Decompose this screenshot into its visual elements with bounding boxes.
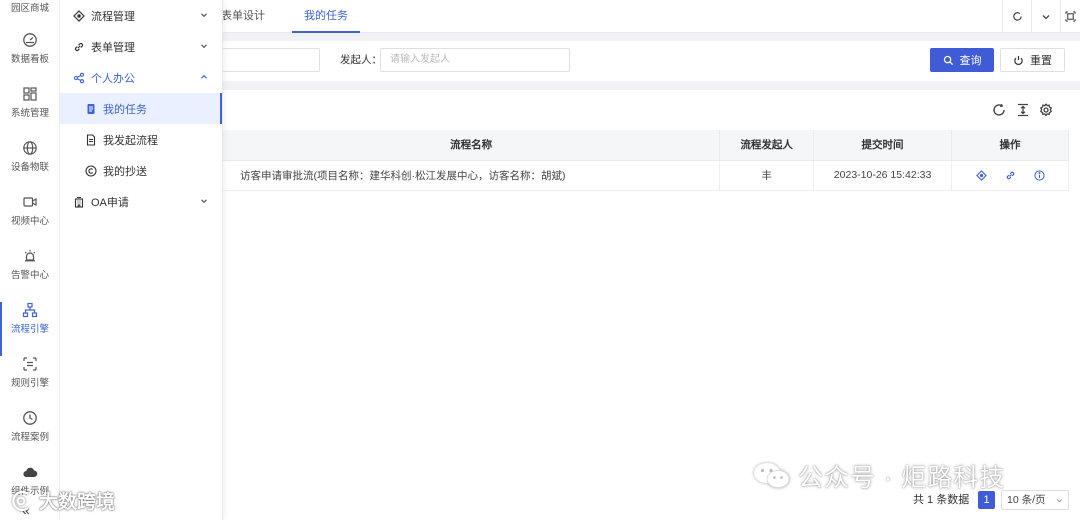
- submenu-form-management[interactable]: 表单管理: [60, 31, 222, 62]
- reset-button[interactable]: 重置: [1000, 48, 1065, 72]
- rail-item-dashboard[interactable]: 数据看板: [0, 32, 60, 86]
- fullscreen-icon: [1065, 11, 1076, 22]
- watermark-bottom-left: 大数跨境: [8, 487, 115, 514]
- submenu-label: 表单管理: [91, 41, 135, 54]
- workflow-icon: [22, 302, 38, 318]
- page-size-value: 10 条/页: [1007, 494, 1046, 506]
- rail-item-label: 规则引擎: [10, 378, 49, 389]
- share-icon: [73, 72, 85, 83]
- rail-item-label: 流程案例: [10, 432, 49, 443]
- cell-process-name: 访客申请审批流(项目名称：建华科创·松江发展中心，访客名称：胡斌): [223, 160, 721, 191]
- rail-item-label: 系统管理: [10, 108, 49, 119]
- refresh-icon[interactable]: [992, 103, 1006, 117]
- settings-gear-icon[interactable]: [1039, 103, 1053, 117]
- globe-icon: [23, 141, 37, 155]
- cell-initiator: 丰: [719, 160, 815, 191]
- clock-icon: [23, 411, 37, 425]
- submenu-my-initiated[interactable]: 我发起流程: [60, 124, 222, 155]
- copyright-icon: [85, 164, 97, 177]
- submenu-label: 我的任务: [103, 103, 147, 116]
- link-icon: [74, 42, 84, 51]
- chevron-down-icon: [201, 44, 207, 49]
- dashboard-icon: [23, 33, 37, 47]
- submenu-label: 个人办公: [91, 72, 135, 85]
- process-icon: [73, 9, 85, 22]
- fullscreen-button[interactable]: [1060, 0, 1080, 33]
- submenu-process-management[interactable]: 流程管理: [60, 0, 222, 31]
- video-icon: [23, 197, 37, 207]
- rail-item-label: 数据看板: [10, 54, 49, 65]
- wechat-icon: [754, 463, 790, 488]
- column-header-submit-time: 提交时间: [813, 130, 953, 161]
- submenu-label: OA申请: [91, 196, 129, 209]
- submenu-label: 流程管理: [91, 10, 135, 23]
- grid-icon: [23, 87, 37, 101]
- chevron-up-icon: [201, 74, 207, 79]
- rules-icon: [23, 357, 37, 371]
- tab-bar: 表单设计 我的任务: [221, 0, 1080, 33]
- refresh-icon: [1012, 12, 1022, 21]
- search-icon: [943, 55, 953, 65]
- rail-item-workflow-cases[interactable]: 流程案例: [0, 410, 60, 464]
- table-header-row: 流程名称 流程发起人 提交时间 操作: [223, 130, 1069, 161]
- chevron-down-icon: [201, 13, 207, 18]
- link-icon[interactable]: [1005, 170, 1016, 181]
- rail-item-label: 流程引擎: [10, 324, 49, 335]
- page-size-select[interactable]: 10 条/页: [1001, 490, 1069, 510]
- tab-my-tasks[interactable]: 我的任务: [292, 0, 360, 33]
- task-table: 流程名称 流程发起人 提交时间 操作 访客申请审批流(项目名称：建华科创·松江发…: [223, 130, 1069, 191]
- watermark-bottom-right: 公众号 · 炬路科技: [752, 459, 1005, 493]
- building-icon: [74, 196, 84, 208]
- power-reset-icon: [1014, 55, 1023, 65]
- rail-item-rules-engine[interactable]: 规则引擎: [0, 356, 60, 410]
- cell-submit-time: 2023-10-26 15:42:33: [813, 160, 953, 191]
- cell-actions: [951, 160, 1069, 191]
- column-height-icon[interactable]: [1016, 103, 1030, 117]
- submenu-oa-application[interactable]: OA申请: [60, 186, 222, 217]
- search-button-label: 查询: [959, 55, 982, 67]
- submenu-my-cc[interactable]: 我的抄送: [60, 155, 222, 186]
- rail-item-park-mall[interactable]: 园区商城: [0, 0, 60, 14]
- tab-form-design[interactable]: 表单设计: [221, 0, 265, 33]
- main-nav-rail: 园区商城 数据看板 系统管理 设备物联 视频中心 告警中心 流程引擎 规则引擎: [0, 0, 60, 520]
- rail-item-system[interactable]: 系统管理: [0, 86, 60, 140]
- submenu-label: 我发起流程: [103, 134, 158, 147]
- table-row: 访客申请审批流(项目名称：建华科创·松江发展中心，访客名称：胡斌) 丰 2023…: [223, 160, 1069, 191]
- document-icon: [86, 133, 96, 146]
- rail-item-devices[interactable]: 设备物联: [0, 140, 60, 194]
- app-root: 园区商城 数据看板 系统管理 设备物联 视频中心 告警中心 流程引擎 规则引擎: [0, 0, 1080, 520]
- info-icon[interactable]: [1033, 169, 1045, 181]
- cloud-icon: [23, 467, 38, 478]
- column-header-actions: 操作: [951, 130, 1069, 161]
- rail-item-label: 告警中心: [10, 270, 49, 281]
- reset-button-label: 重置: [1030, 55, 1052, 67]
- chevron-down-icon: [1042, 14, 1050, 19]
- watermark-logo-icon: [12, 490, 29, 511]
- submenu-personal-office[interactable]: 个人办公: [60, 62, 222, 93]
- refresh-tab-button[interactable]: [1002, 0, 1031, 33]
- task-icon: [87, 103, 95, 114]
- column-header-process-name: 流程名称: [223, 130, 721, 161]
- rail-item-label: 视频中心: [10, 216, 49, 227]
- sub-menu-panel: 流程管理 表单管理 个人办公 我的任务 我发起流程 我的抄送 OA申请: [60, 0, 223, 520]
- rail-item-alarm[interactable]: 告警中心: [0, 248, 60, 302]
- watermark-bottom-left-text: 大数跨境: [39, 492, 116, 513]
- submenu-my-tasks[interactable]: 我的任务: [60, 93, 222, 124]
- chevron-down-icon: [1056, 499, 1063, 503]
- initiator-label: 发起人：: [340, 54, 382, 66]
- alarm-icon: [24, 250, 36, 262]
- column-header-initiator: 流程发起人: [719, 130, 815, 161]
- process-name-input[interactable]: [222, 48, 320, 72]
- rail-item-video[interactable]: 视频中心: [0, 194, 60, 248]
- chevron-down-icon: [201, 199, 207, 204]
- handle-task-icon[interactable]: [975, 169, 987, 181]
- rail-item-label: 设备物联: [10, 162, 49, 173]
- rail-item-workflow-engine[interactable]: 流程引擎: [0, 302, 60, 356]
- submenu-label: 我的抄送: [103, 165, 147, 178]
- search-button[interactable]: 查询: [930, 48, 994, 72]
- watermark-bottom-right-text: 公众号 · 炬路科技: [798, 464, 1006, 492]
- initiator-input[interactable]: 请输入发起人: [380, 48, 570, 72]
- tab-dropdown-button[interactable]: [1031, 0, 1060, 33]
- filter-bar: 发起人： 请输入发起人 查询 重置: [222, 41, 1080, 81]
